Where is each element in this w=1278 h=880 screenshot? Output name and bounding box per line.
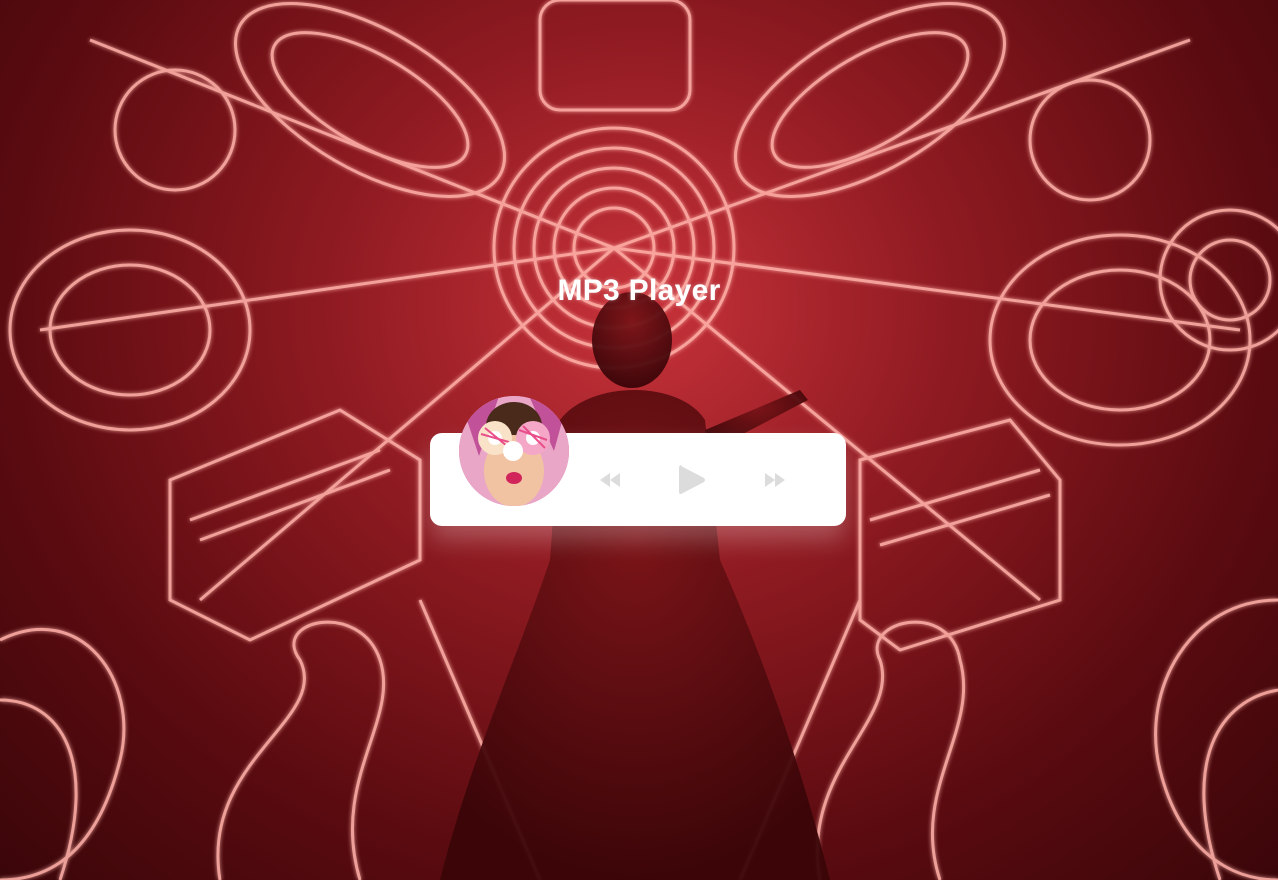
play-icon — [679, 465, 705, 494]
backward-icon — [600, 473, 620, 487]
play-button[interactable] — [672, 460, 712, 500]
next-button[interactable] — [759, 460, 791, 500]
page-title: MP3 Player — [557, 274, 721, 307]
forward-icon — [765, 473, 785, 487]
previous-button[interactable] — [594, 460, 626, 500]
disc-center — [503, 441, 523, 461]
